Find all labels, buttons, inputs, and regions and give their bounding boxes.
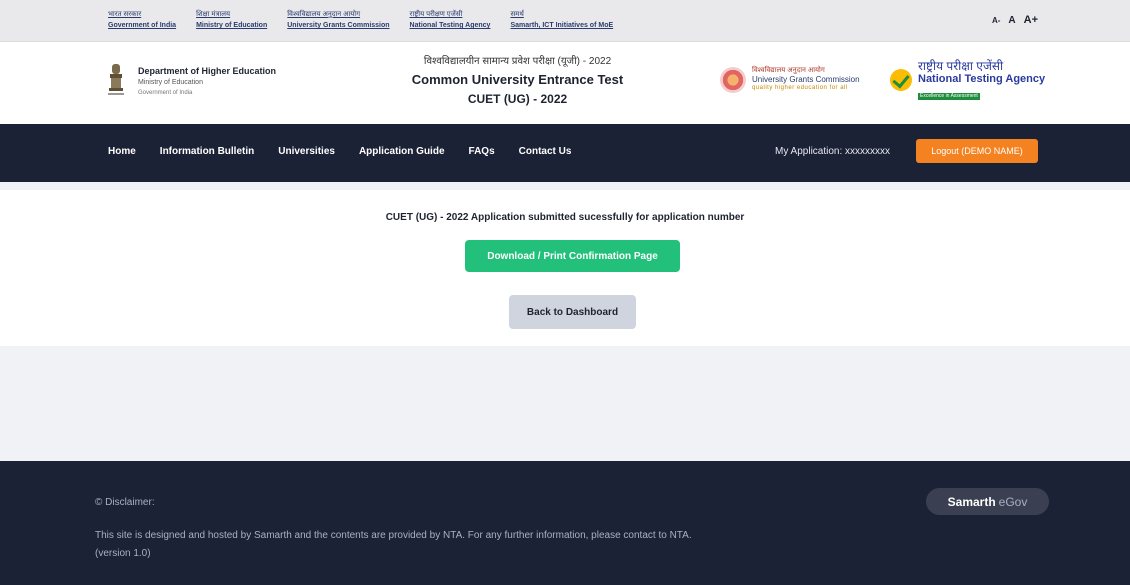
ugc-name-hindi: विश्वविद्यालय अनुदान आयोग: [752, 67, 825, 74]
gov-link-english: Ministry of Education: [196, 22, 268, 29]
nav-faqs[interactable]: FAQs: [469, 146, 495, 157]
ugc-name-english: University Grants Commission: [752, 75, 860, 84]
nta-name-english: National Testing Agency: [918, 73, 1046, 85]
nav-information-bulletin[interactable]: Information Bulletin: [160, 146, 254, 157]
gov-link-english: Samarth, ICT Initiatives of MoE: [510, 22, 614, 29]
badge-samarth-text: Samarth: [947, 494, 996, 509]
gov-link-nta[interactable]: राष्ट्रीय परीक्षण एजेंसी National Testin…: [410, 9, 491, 31]
national-emblem-icon: [108, 64, 124, 95]
exam-title-block: विश्वविद्यालयीन सामान्य प्रवेश परीक्षा (…: [370, 54, 665, 108]
ugc-logo-block: विश्वविद्यालय अनुदान आयोग University Gra…: [720, 66, 860, 93]
nav-links: Home Information Bulletin Universities A…: [108, 146, 571, 157]
gov-link-government-of-india[interactable]: भारत सरकार Government of India: [108, 9, 176, 31]
ugc-logo-icon: [720, 66, 746, 93]
submission-success-message: CUET (UG) - 2022 Application submitted s…: [385, 212, 745, 223]
nav-application-guide[interactable]: Application Guide: [359, 146, 445, 157]
gov-link-english: University Grants Commission: [287, 22, 390, 29]
gov-link-hindi: शिक्षा मंत्रालय: [196, 11, 231, 18]
disclaimer-text: This site is designed and hosted by Sama…: [95, 530, 692, 559]
gov-link-english: Government of India: [108, 22, 177, 29]
nta-name-hindi: राष्ट्रीय परीक्षा एजेंसी: [918, 59, 1004, 73]
gov-link-hindi: विश्वविद्यालय अनुदान आयोग: [287, 11, 361, 18]
department-government: Government of India: [138, 90, 193, 96]
department-block: Department of Higher Education Ministry …: [138, 66, 276, 99]
site-footer: © Disclaimer: This site is designed and …: [0, 461, 1130, 585]
gov-link-hindi: राष्ट्रीय परीक्षण एजेंसी: [409, 11, 463, 18]
ugc-tagline: quality higher education for all: [752, 85, 848, 91]
department-ministry: Ministry of Education: [138, 79, 203, 86]
exam-subtitle: CUET (UG) - 2022: [467, 92, 568, 106]
gov-link-ministry-of-education[interactable]: शिक्षा मंत्रालय Ministry of Education: [196, 9, 267, 31]
font-increase-button[interactable]: A+: [1024, 14, 1038, 26]
site-header: Department of Higher Education Ministry …: [0, 42, 1130, 124]
nta-logo-block: राष्ट्रीय परीक्षा एजेंसी National Testin…: [890, 60, 1045, 100]
nta-text: राष्ट्रीय परीक्षा एजेंसी National Testin…: [918, 60, 1045, 100]
exam-title: Common University Entrance Test: [411, 72, 624, 87]
samarth-egov-badge[interactable]: Samarth eGov: [926, 488, 1049, 515]
nav-universities[interactable]: Universities: [278, 146, 335, 157]
nta-tagline: Excellence in Assessment: [918, 93, 980, 100]
main-navbar: Home Information Bulletin Universities A…: [0, 124, 1130, 182]
gov-links: भारत सरकार Government of India शिक्षा मं…: [108, 9, 613, 31]
nav-home[interactable]: Home: [108, 146, 136, 157]
gov-link-samarth[interactable]: समर्थ Samarth, ICT Initiatives of MoE: [510, 9, 613, 31]
font-size-controls: A- A A+: [992, 14, 1038, 26]
confirmation-panel: CUET (UG) - 2022 Application submitted s…: [0, 190, 1130, 346]
gov-link-hindi: भारत सरकार: [108, 11, 142, 18]
ugc-text: विश्वविद्यालय अनुदान आयोग University Gra…: [752, 66, 860, 93]
gov-link-english: National Testing Agency: [409, 22, 491, 29]
disclaimer-title: © Disclaimer:: [95, 497, 155, 508]
department-title: Department of Higher Education: [138, 66, 277, 76]
download-confirmation-button[interactable]: Download / Print Confirmation Page: [465, 240, 680, 272]
gov-link-ugc[interactable]: विश्वविद्यालय अनुदान आयोग University Gra…: [287, 9, 389, 31]
gov-top-strip: भारत सरकार Government of India शिक्षा मं…: [0, 0, 1130, 42]
my-application-number: My Application: xxxxxxxxx: [775, 146, 891, 157]
back-to-dashboard-button[interactable]: Back to Dashboard: [509, 295, 636, 329]
exam-title-hindi: विश्वविद्यालयीन सामान्य प्रवेश परीक्षा (…: [423, 56, 612, 67]
nav-contact-us[interactable]: Contact Us: [519, 146, 572, 157]
logout-button[interactable]: Logout (DEMO NAME): [916, 139, 1038, 163]
gov-link-hindi: समर्थ: [510, 11, 524, 18]
badge-egov-text: eGov: [998, 494, 1028, 509]
font-decrease-button[interactable]: A-: [992, 16, 1000, 25]
nta-check-icon: [890, 69, 912, 91]
font-reset-button[interactable]: A: [1008, 15, 1015, 26]
